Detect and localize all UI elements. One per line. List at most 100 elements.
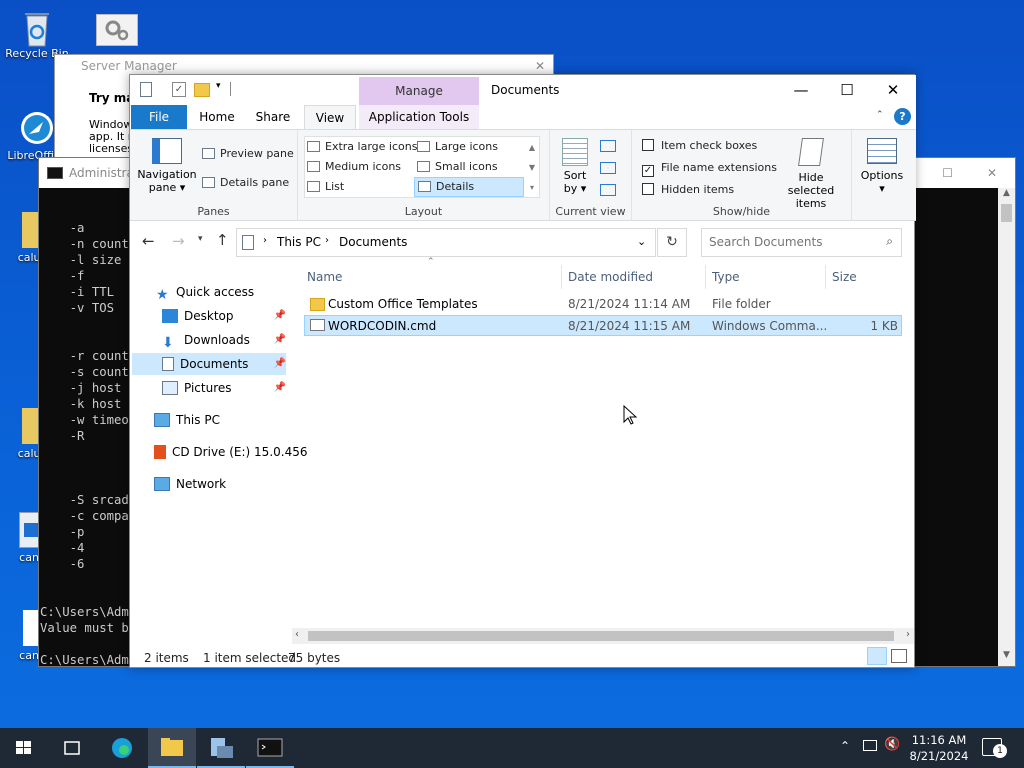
nav-network[interactable]: Network	[154, 473, 226, 495]
maximize-button[interactable]: ☐	[824, 75, 870, 105]
task-view-button[interactable]	[48, 728, 96, 768]
pin-icon[interactable]: 📌	[274, 353, 286, 375]
checkbox-label: Hidden items	[661, 183, 735, 196]
nav-quick-access[interactable]: ★ Quick access	[156, 281, 254, 303]
sort-by-button[interactable]: Sort by ▾	[558, 138, 592, 195]
tab-file[interactable]: File	[131, 105, 187, 129]
search-input[interactable]	[709, 235, 869, 249]
close-icon[interactable]: ✕	[987, 158, 997, 188]
forward-arrow-icon[interactable]: →	[172, 232, 185, 250]
hide-selected-items-button[interactable]: Hide selected items	[774, 138, 848, 210]
layout-small-icons[interactable]: Small icons	[417, 160, 498, 174]
documents-icon	[162, 357, 174, 371]
current-view-group: Sort by ▾ Current view	[550, 130, 632, 221]
nav-pictures[interactable]: Pictures 📌	[162, 377, 286, 399]
navigation-pane-button[interactable]: Navigation pane ▾	[136, 138, 198, 194]
desktop-icon-settings[interactable]	[96, 14, 138, 46]
layout-medium-icons[interactable]: Medium icons	[307, 160, 401, 174]
file-explorer-window[interactable]: ✓ ▾ Manage Documents — ☐ ✕ File Home Sha…	[129, 74, 916, 668]
edge-button[interactable]	[98, 728, 146, 768]
ribbon: Navigation pane ▾ Preview pane Details p…	[130, 129, 916, 221]
breadcrumb-documents[interactable]: Documents	[339, 235, 407, 249]
tab-application-tools[interactable]: Application Tools	[359, 105, 479, 129]
chevron-down-icon[interactable]: ▾	[216, 81, 221, 91]
cmd-taskbar-button[interactable]	[246, 728, 294, 768]
explorer-titlebar[interactable]: ✓ ▾ Manage Documents — ☐ ✕	[130, 75, 916, 105]
details-view-button[interactable]	[867, 647, 887, 665]
maximize-icon[interactable]: ☐	[942, 158, 953, 188]
hidden-items-checkbox[interactable]: Hidden items	[642, 183, 734, 197]
up-arrow-icon[interactable]: ↑	[216, 231, 229, 249]
recycle-bin-icon	[19, 8, 55, 47]
extra-large-icons-icon	[307, 141, 320, 152]
search-box[interactable]: ⌕	[701, 228, 902, 257]
scroll-left-icon[interactable]: ‹	[295, 629, 299, 640]
column-header-date-modified[interactable]: Date modified	[565, 265, 706, 289]
notification-center-button[interactable]: 1	[982, 738, 1007, 758]
column-header-name[interactable]: Name	[304, 265, 562, 289]
collapse-ribbon-icon[interactable]: ⌃	[876, 110, 884, 120]
tab-view[interactable]: View	[304, 105, 356, 130]
layout-list[interactable]: List	[307, 180, 344, 194]
scrollbar-thumb[interactable]	[308, 631, 894, 641]
chevron-up-icon[interactable]: ⌃	[840, 739, 850, 753]
nav-downloads[interactable]: ⬇ Downloads 📌	[162, 329, 286, 351]
layout-label: Extra large icons	[325, 140, 418, 153]
clock[interactable]: 11:16 AM 8/21/2024	[906, 732, 972, 764]
layout-details[interactable]: Details	[414, 177, 524, 197]
address-bar[interactable]: › This PC › Documents ⌄	[236, 228, 656, 257]
nav-documents[interactable]: Documents 📌	[132, 353, 286, 375]
layout-large-icons[interactable]: Large icons	[417, 140, 498, 154]
close-button[interactable]: ✕	[870, 75, 916, 105]
large-icons-view-button[interactable]	[891, 649, 907, 663]
pin-icon[interactable]: 📌	[274, 305, 286, 327]
item-check-boxes-checkbox[interactable]: Item check boxes	[642, 139, 757, 153]
options-icon	[867, 138, 897, 164]
nav-desktop[interactable]: Desktop 📌	[162, 305, 286, 327]
group-by-icon[interactable]	[600, 140, 616, 152]
tab-home[interactable]: Home	[192, 105, 242, 129]
layout-extra-large-icons[interactable]: Extra large icons	[307, 140, 417, 154]
nav-this-pc[interactable]: This PC	[154, 409, 220, 431]
volume-muted-icon[interactable]: 🔇	[884, 737, 900, 752]
server-manager-title: Server Manager	[81, 59, 177, 73]
layout-scroll[interactable]: ▲ ▼ ▾	[526, 138, 538, 198]
details-pane-button[interactable]: Details pane	[202, 176, 289, 190]
scroll-right-icon[interactable]: ›	[906, 629, 910, 640]
preview-pane-button[interactable]: Preview pane	[202, 147, 294, 161]
search-icon[interactable]: ⌕	[886, 234, 893, 249]
pin-icon[interactable]: 📌	[274, 329, 286, 351]
checkmark-icon[interactable]: ✓	[172, 82, 186, 97]
horizontal-scrollbar[interactable]: ‹ ›	[292, 628, 914, 644]
properties-icon[interactable]	[140, 82, 152, 97]
cmd-scrollbar[interactable]: ▲ ▼	[998, 188, 1015, 666]
office-icon	[154, 445, 166, 459]
size-columns-icon[interactable]	[600, 184, 616, 196]
pin-icon[interactable]: 📌	[274, 377, 286, 399]
tab-share[interactable]: Share	[248, 105, 298, 129]
minimize-button[interactable]: —	[778, 75, 824, 105]
file-name-extensions-checkbox[interactable]: ✓ File name extensions	[642, 161, 777, 177]
nav-cd-drive[interactable]: CD Drive (E:) 15.0.456	[154, 441, 307, 463]
desktop-icon-recycle-bin[interactable]: Recycle Bin	[0, 8, 74, 60]
server-manager-taskbar-button[interactable]	[197, 728, 245, 768]
file-row-selected[interactable]: WORDCODIN.cmd 8/21/2024 11:15 AM Windows…	[304, 315, 902, 336]
options-button[interactable]: Options ▾	[856, 138, 908, 195]
column-header-type[interactable]: Type	[709, 265, 826, 289]
refresh-button[interactable]: ↻	[657, 228, 687, 257]
group-label: Current view	[555, 205, 626, 218]
start-button[interactable]	[0, 728, 48, 768]
breadcrumb-this-pc[interactable]: This PC	[277, 235, 321, 249]
add-columns-icon[interactable]	[600, 162, 616, 174]
recent-locations-icon[interactable]: ▾	[198, 234, 203, 244]
file-explorer-taskbar-button[interactable]	[148, 728, 196, 768]
column-header-size[interactable]: Size	[829, 265, 905, 289]
chevron-down-icon: ▾	[879, 182, 885, 195]
new-folder-icon[interactable]	[194, 83, 210, 97]
network-status-icon[interactable]	[863, 740, 877, 751]
file-row[interactable]: Custom Office Templates 8/21/2024 11:14 …	[304, 294, 902, 315]
chevron-down-icon[interactable]: ⌄	[637, 235, 646, 248]
layout-label: Small icons	[435, 160, 498, 173]
back-arrow-icon[interactable]: ←	[142, 232, 155, 250]
help-icon[interactable]: ?	[894, 108, 911, 125]
